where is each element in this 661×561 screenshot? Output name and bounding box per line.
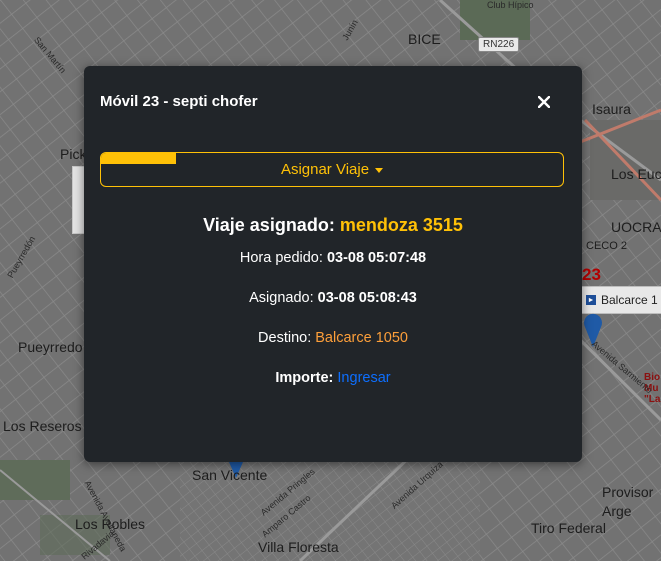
trip-assigned-value: mendoza 3515 xyxy=(339,215,463,235)
modal-title: Móvil 23 - septi chofer xyxy=(100,93,258,110)
close-button[interactable] xyxy=(534,92,554,112)
assign-trip-control: Asignar Viaje xyxy=(100,152,566,189)
close-icon xyxy=(538,96,550,108)
destino-label: Destino: xyxy=(258,330,312,346)
importe-row: Importe: Ingresar xyxy=(84,370,582,386)
assign-trip-modal: Móvil 23 - septi chofer Asignar Viaje Vi… xyxy=(84,66,582,462)
destino-row: Destino: Balcarce 1050 xyxy=(84,330,582,346)
assign-progress-fill xyxy=(101,153,176,164)
trip-assigned-label: Viaje asignado: xyxy=(203,215,335,235)
destino-value: Balcarce 1050 xyxy=(315,330,408,346)
importe-label: Importe: xyxy=(275,370,334,386)
hora-pedido-row: Hora pedido: 03-08 05:07:48 xyxy=(84,250,582,266)
importe-ingresar-link[interactable]: Ingresar xyxy=(337,370,390,386)
modal-header: Móvil 23 - septi chofer xyxy=(100,92,566,116)
trip-assigned-heading: Viaje asignado: mendoza 3515 xyxy=(84,215,582,236)
caret-down-icon xyxy=(375,167,384,173)
asignado-row: Asignado: 03-08 05:08:43 xyxy=(84,290,582,306)
asignado-label: Asignado: xyxy=(249,290,314,306)
hora-pedido-label: Hora pedido: xyxy=(239,250,323,266)
assign-progress-bar xyxy=(101,153,567,164)
asignado-value: 03-08 05:08:43 xyxy=(317,290,417,306)
hora-pedido-value: 03-08 05:07:48 xyxy=(326,250,427,266)
